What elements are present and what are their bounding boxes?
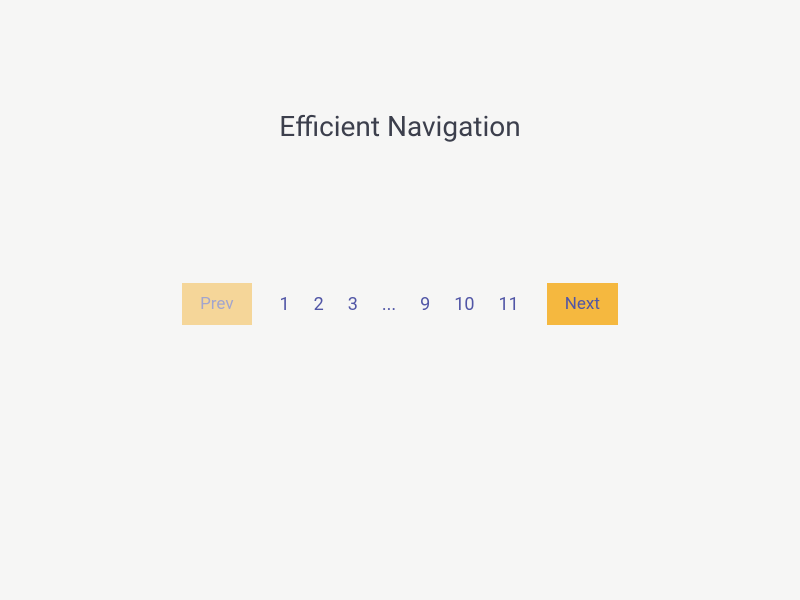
page-number[interactable]: 9	[420, 294, 430, 315]
page-number[interactable]: 11	[499, 294, 519, 315]
prev-button[interactable]: Prev	[182, 283, 251, 325]
page-number[interactable]: 10	[454, 294, 474, 315]
page-number[interactable]: 3	[348, 294, 358, 315]
pagination: Prev 1 2 3 ... 9 10 11 Next	[182, 283, 618, 325]
next-button[interactable]: Next	[547, 283, 618, 325]
page-title: Efficient Navigation	[279, 110, 520, 143]
page-number[interactable]: 2	[314, 294, 324, 315]
page-number[interactable]: 1	[280, 294, 290, 315]
page-list: 1 2 3 ... 9 10 11	[280, 294, 519, 315]
page-ellipsis: ...	[382, 294, 396, 315]
